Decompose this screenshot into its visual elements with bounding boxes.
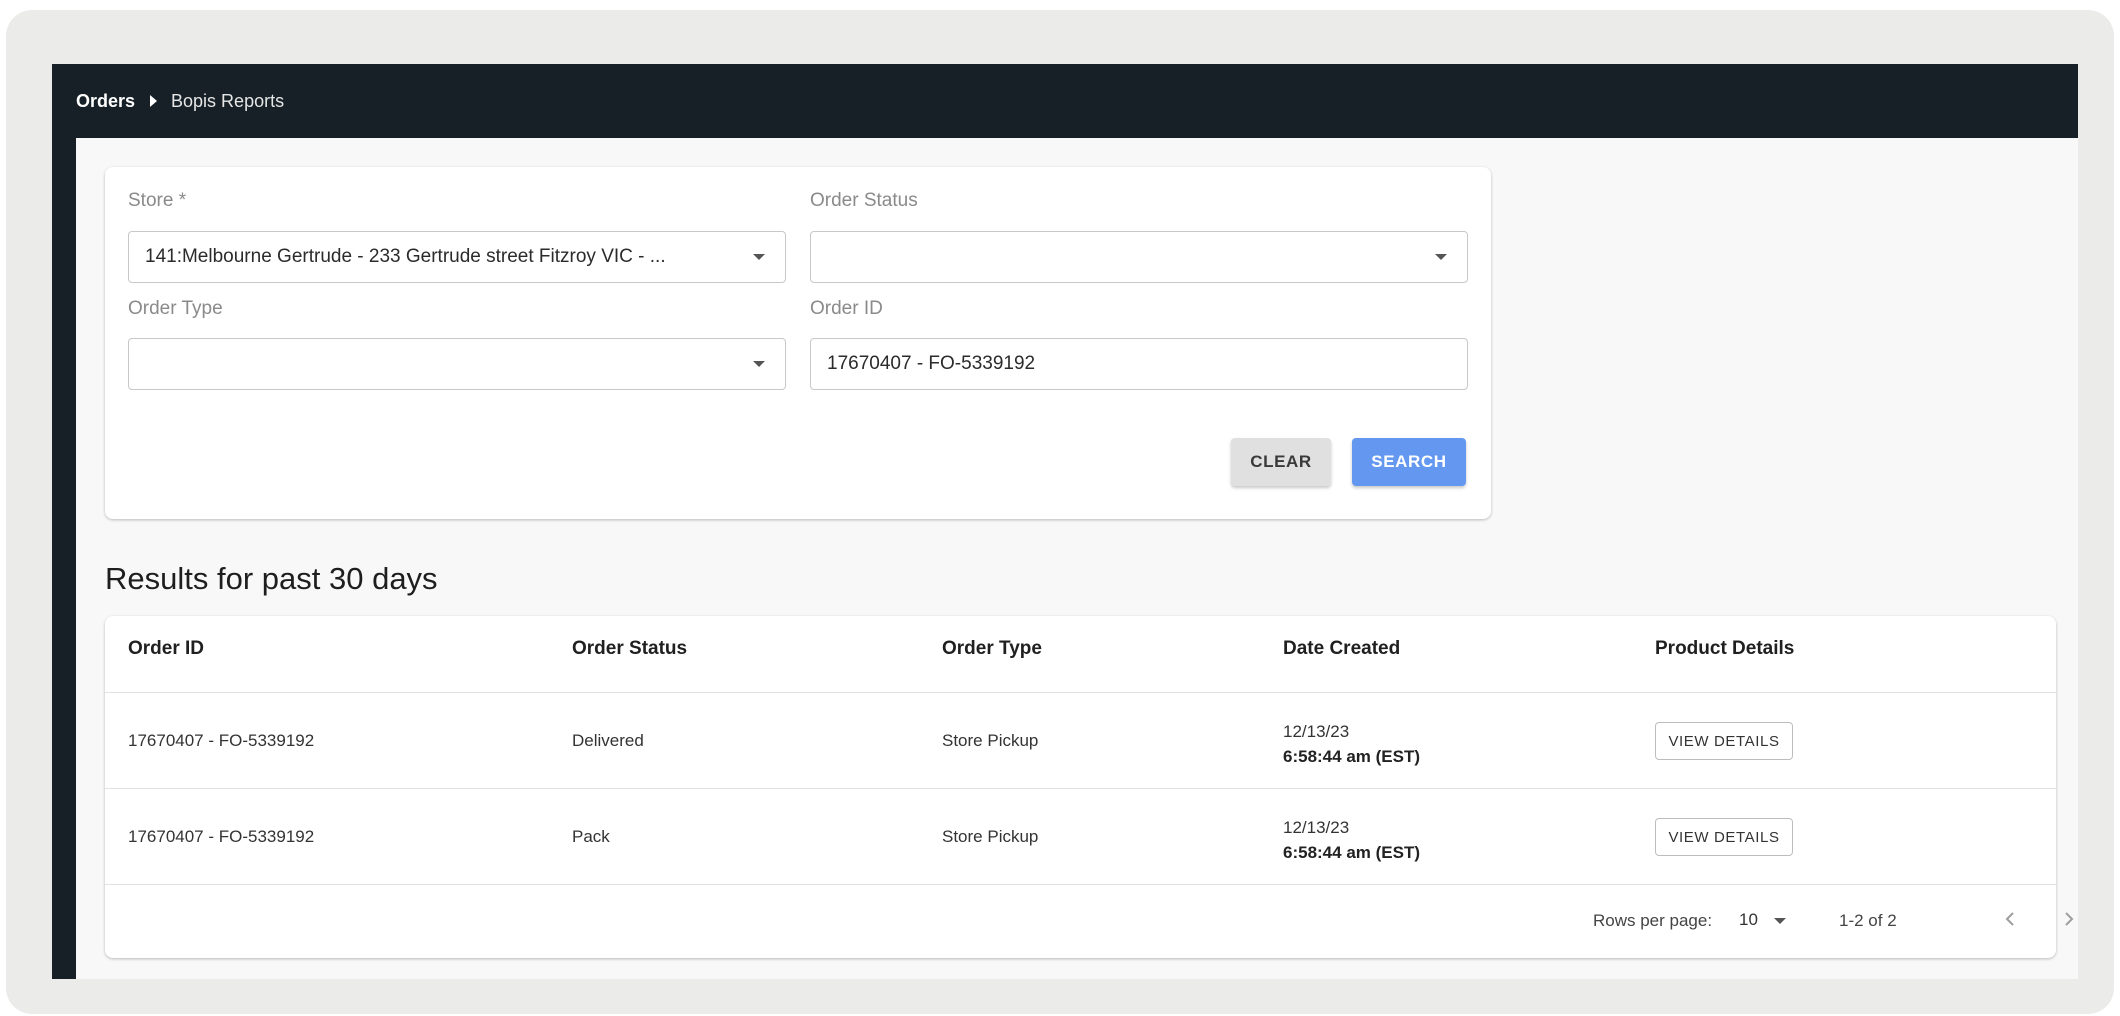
column-header-date-created: Date Created: [1283, 638, 1401, 659]
caret-down-icon: [753, 254, 765, 260]
top-bar: Orders Bopis Reports: [52, 64, 2078, 138]
results-table: Order ID Order Status Order Type Date Cr…: [105, 616, 2074, 959]
left-rail: [52, 138, 76, 979]
cell-date-created: 12/13/23 6:58:44 am (EST): [1283, 815, 1420, 865]
window-frame: Orders Bopis Reports Store * 141:Melbour…: [6, 10, 2114, 1014]
view-details-button[interactable]: VIEW DETAILS: [1655, 722, 1793, 760]
order-type-select[interactable]: [128, 338, 786, 390]
cell-date: 12/13/23: [1283, 722, 1350, 741]
cell-time: 6:58:44 am (EST): [1283, 843, 1420, 862]
store-select[interactable]: 141:Melbourne Gertrude - 233 Gertrude st…: [128, 231, 786, 283]
column-header-order-type: Order Type: [942, 638, 1042, 659]
cell-order-type: Store Pickup: [942, 827, 1039, 846]
cell-date-created: 12/13/23 6:58:44 am (EST): [1283, 719, 1420, 769]
order-status-select[interactable]: [810, 231, 1468, 283]
caret-down-icon: [753, 361, 765, 367]
rows-per-page-label: Rows per page:: [1593, 911, 1713, 930]
order-type-label: Order Type: [128, 298, 223, 319]
breadcrumb-current: Bopis Reports: [171, 90, 285, 111]
order-status-label: Order Status: [810, 190, 918, 211]
caret-down-icon: [1435, 254, 1447, 260]
cell-order-id: 17670407 - FO-5339192: [128, 827, 315, 846]
cell-order-type: Store Pickup: [942, 731, 1039, 750]
filter-card: Store * 141:Melbourne Gertrude - 233 Ger…: [105, 167, 1491, 519]
breadcrumb-orders[interactable]: Orders: [76, 91, 135, 112]
view-details-button[interactable]: VIEW DETAILS: [1655, 818, 1793, 856]
app-window: Orders Bopis Reports Store * 141:Melbour…: [52, 64, 2078, 979]
table-row: 17670407 - FO-5339192 Pack Store Pickup …: [105, 788, 2056, 885]
clear-button[interactable]: CLEAR: [1231, 438, 1331, 486]
caret-right-icon: [150, 95, 158, 107]
store-label: Store *: [128, 190, 187, 211]
chevron-left-icon[interactable]: [1998, 907, 2022, 931]
cell-order-status: Pack: [572, 827, 610, 846]
column-header-order-status: Order Status: [572, 638, 688, 659]
order-id-value: 17670407 - FO-5339192: [827, 353, 1036, 374]
order-id-input[interactable]: 17670407 - FO-5339192: [810, 338, 1468, 390]
store-value: 141:Melbourne Gertrude - 233 Gertrude st…: [145, 246, 666, 267]
cell-time: 6:58:44 am (EST): [1283, 747, 1420, 766]
rows-per-page-select[interactable]: 10: [1739, 910, 1758, 930]
chevron-right-icon[interactable]: [2057, 907, 2078, 931]
cell-order-status: Delivered: [572, 731, 644, 750]
column-header-order-id: Order ID: [128, 638, 205, 659]
results-title: Results for past 30 days: [105, 561, 438, 596]
order-id-label: Order ID: [810, 298, 883, 319]
table-row: 17670407 - FO-5339192 Delivered Store Pi…: [105, 692, 2056, 789]
caret-down-icon[interactable]: [1774, 918, 1786, 924]
column-header-product-details: Product Details: [1655, 638, 1795, 659]
cell-date: 12/13/23: [1283, 818, 1350, 837]
search-button[interactable]: SEARCH: [1352, 438, 1466, 486]
page-range: 1-2 of 2: [1839, 911, 1897, 930]
breadcrumb: Orders Bopis Reports: [76, 91, 284, 112]
table-footer: Rows per page: 10 1-2 of 2: [105, 884, 2074, 959]
cell-order-id: 17670407 - FO-5339192: [128, 731, 315, 750]
